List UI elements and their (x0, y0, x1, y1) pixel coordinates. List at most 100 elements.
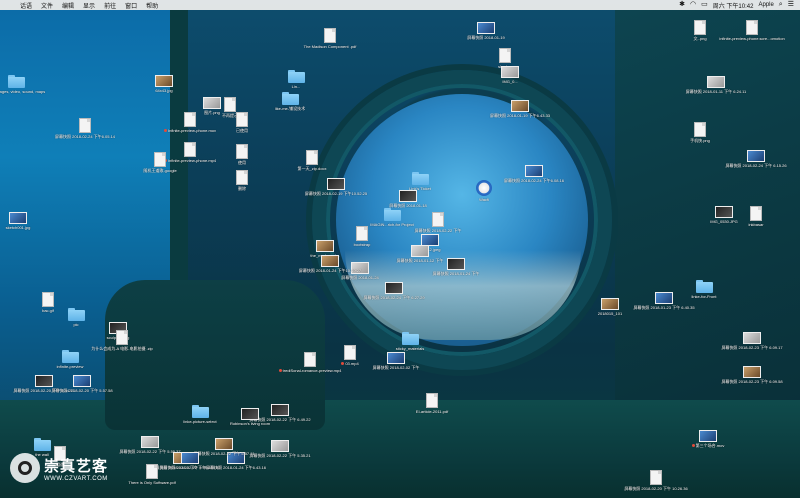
document-icon[interactable] (694, 20, 706, 35)
image-thumbnail-icon[interactable] (601, 298, 619, 310)
desktop-item[interactable]: trediSonal-romance-preview.mp4 (278, 352, 341, 373)
menu-item-go[interactable]: 前往 (104, 1, 116, 10)
desktop-item[interactable]: 64x43.jpg (142, 75, 186, 93)
desktop-item[interactable]: linke-picture-select (178, 405, 222, 424)
document-icon[interactable] (236, 112, 248, 127)
quicktime-icon[interactable] (476, 180, 492, 196)
image-thumbnail-icon[interactable] (385, 282, 403, 294)
image-thumbnail-icon[interactable] (35, 375, 53, 387)
desktop-item[interactable]: 2018015_101 (588, 298, 632, 316)
menubar-user[interactable]: Apple (758, 2, 773, 8)
folder-icon[interactable] (281, 92, 299, 105)
desktop-item[interactable]: 屏幕快照 2018-01-19 (464, 22, 508, 40)
desktop-item[interactable]: Robinson's living room (228, 408, 272, 426)
document-icon[interactable] (426, 393, 438, 408)
image-thumbnail-icon[interactable] (715, 206, 733, 218)
desktop-item[interactable]: EI-article-2011.pdf (410, 393, 454, 414)
desktop-item[interactable]: The Madison Component .pdf (304, 28, 356, 49)
image-thumbnail-icon[interactable] (399, 190, 417, 202)
document-icon[interactable] (224, 97, 236, 112)
image-thumbnail-icon[interactable] (447, 258, 465, 270)
document-icon[interactable] (356, 226, 368, 241)
image-thumbnail-icon[interactable] (9, 212, 27, 224)
desktop-item[interactable]: IMG_0... (488, 66, 532, 84)
desktop-item[interactable]: 屏幕快照 2018-01-19 下午6.43.33 (490, 100, 550, 118)
desktop-item[interactable]: Link's Ticket (398, 172, 442, 191)
image-thumbnail-icon[interactable] (316, 240, 334, 252)
image-thumbnail-icon[interactable] (655, 292, 673, 304)
document-icon[interactable] (236, 144, 248, 159)
desktop-item[interactable]: 为什么会成为-A 电影-电影拍摄 .zip (91, 330, 153, 351)
desktop-item[interactable]: infinite-preview (48, 350, 92, 369)
desktop-item[interactable]: 屏幕快照 2018-01-12 下午 (397, 245, 443, 263)
image-thumbnail-icon[interactable] (525, 165, 543, 177)
image-thumbnail-icon[interactable] (141, 436, 159, 448)
desktop[interactable]: text, images, video, sound, maps 屏幕快照 201… (0, 0, 800, 498)
desktop-item[interactable]: Infinite-preview-phone.mov (163, 112, 216, 133)
image-thumbnail-icon[interactable] (387, 352, 405, 364)
desktop-item[interactable]: 屏幕快照 2018-02-20 下午 10.26.36 (624, 470, 688, 491)
image-thumbnail-icon[interactable] (215, 438, 233, 450)
desktop-item[interactable]: 屏幕快照 2018-02-20 下午 5.44.17 (13, 375, 75, 393)
desktop-item[interactable]: 文-.png (678, 20, 722, 41)
desktop-item[interactable]: 屏幕快照 2018-02-24 下午 6.15.26 (725, 150, 787, 168)
menu-item-edit[interactable]: 编辑 (62, 1, 74, 10)
desktop-item[interactable]: infinite-preview-phone.scre...omotion (719, 20, 785, 41)
search-icon[interactable]: ⌕ (779, 0, 783, 10)
desktop-item[interactable]: 屏幕快照 2018-02-23 下午 6.09.17 (721, 332, 783, 350)
image-thumbnail-icon[interactable] (707, 76, 725, 88)
menu-item-file[interactable]: 文件 (41, 1, 53, 10)
desktop-item[interactable]: 屏幕快照 2018-02-19 下午10.52.25 (305, 178, 367, 196)
battery-icon[interactable]: ▭ (701, 0, 708, 10)
desktop-item[interactable]: bootstrap (340, 226, 384, 247)
image-thumbnail-icon[interactable] (271, 440, 289, 452)
menubar-datetime[interactable]: 周六 下午10:42 (713, 1, 754, 10)
document-icon[interactable] (306, 150, 318, 165)
desktop-item[interactable]: 随机王道歌-google (138, 152, 182, 173)
folder-icon[interactable] (401, 332, 419, 345)
document-icon[interactable] (184, 142, 196, 157)
desktop-item[interactable]: 屏幕快照 2018-02-22 下午 6.55.52 (159, 452, 221, 470)
document-icon[interactable] (746, 20, 758, 35)
desktop-item[interactable]: 已使用 (220, 112, 264, 133)
folder-icon[interactable] (7, 75, 25, 88)
menu-item-view[interactable]: 显示 (83, 1, 95, 10)
folder-icon[interactable] (411, 172, 429, 185)
desktop-item[interactable]: 删除 (220, 170, 264, 191)
menu-item-window[interactable]: 窗口 (125, 1, 137, 10)
desktop-item[interactable]: 屏幕快照 2018-01-11 下午 6.24.11 (686, 76, 746, 94)
image-thumbnail-icon[interactable] (73, 375, 91, 387)
desktop-item[interactable]: Wacfi (462, 180, 506, 202)
folder-icon[interactable] (67, 308, 85, 321)
desktop-item[interactable]: There is Only Software.pdf (128, 464, 176, 485)
document-icon[interactable] (324, 28, 336, 43)
desktop-item[interactable]: 屏幕快照 2018-02-24 下午6.08.16 (504, 165, 564, 183)
desktop-item[interactable]: inkbasar (734, 206, 778, 227)
image-thumbnail-icon[interactable] (271, 404, 289, 416)
document-icon[interactable] (750, 206, 762, 221)
document-icon[interactable] (146, 464, 158, 479)
image-thumbnail-icon[interactable] (181, 452, 199, 464)
image-thumbnail-icon[interactable] (511, 100, 529, 112)
folder-icon[interactable] (383, 208, 401, 221)
folder-icon[interactable] (61, 350, 79, 363)
document-icon[interactable] (650, 470, 662, 485)
document-icon[interactable] (304, 352, 316, 367)
desktop-item[interactable]: 屏幕快照 2018-02-23 下午 6.09.58 (721, 366, 783, 384)
image-thumbnail-icon[interactable] (327, 178, 345, 190)
desktop-item[interactable]: 屏幕快照 2018-01-18 (386, 190, 430, 208)
apple-menu-icon[interactable] (6, 1, 14, 9)
image-thumbnail-icon[interactable] (501, 66, 519, 78)
desktop-item[interactable]: 屏幕快照 2018-01-23 下午 6.40.35 (633, 292, 695, 310)
image-thumbnail-icon[interactable] (241, 408, 259, 420)
desktop-item[interactable]: 第三个场合.mov (686, 430, 730, 448)
image-thumbnail-icon[interactable] (699, 430, 717, 442)
document-icon[interactable] (236, 170, 248, 185)
image-thumbnail-icon[interactable] (321, 255, 339, 267)
document-icon[interactable] (694, 122, 706, 137)
desktop-item[interactable]: Lin... (274, 70, 318, 89)
desktop-item[interactable]: IMAGIN...rich-for Project (370, 208, 414, 227)
desktop-item[interactable]: sketch001.jpg (0, 212, 40, 230)
desktop-item[interactable]: 第一天_zip.docx (290, 150, 334, 171)
desktop-item[interactable]: 屏幕快照 2018-02-22 下午 5.35.21 (249, 440, 311, 458)
